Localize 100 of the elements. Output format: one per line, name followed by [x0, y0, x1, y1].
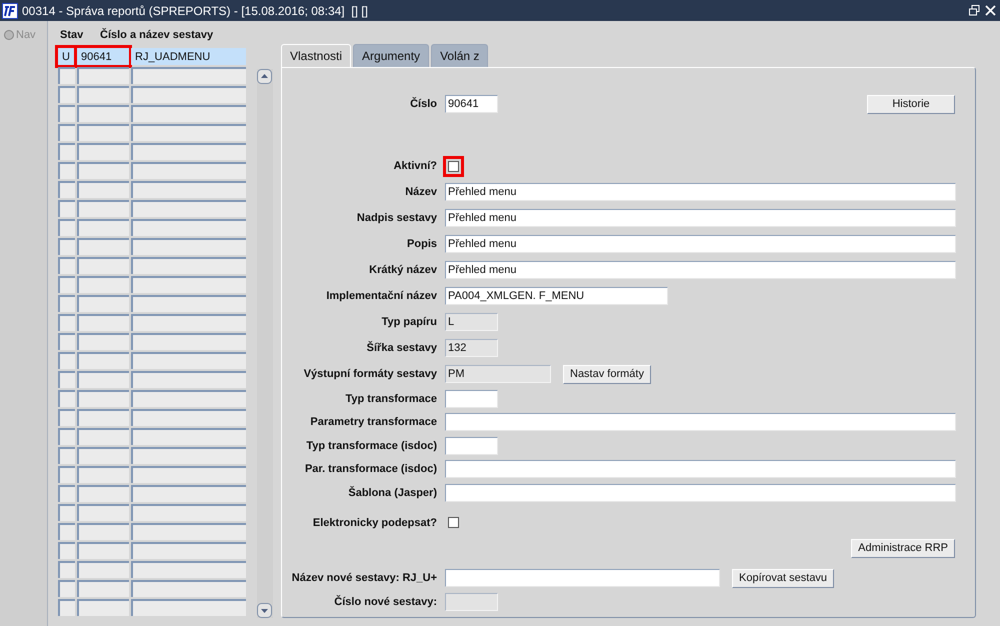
table-cell [58, 314, 75, 331]
field-label: Typ transformace [344, 392, 437, 405]
scroll-up-icon[interactable] [257, 69, 272, 84]
table-cell [77, 352, 129, 369]
input-field[interactable]: L [445, 313, 498, 331]
scrollbar[interactable] [257, 69, 273, 618]
table-cell [77, 485, 129, 502]
field-label: Název [404, 186, 437, 198]
table-cell [77, 143, 129, 160]
administration-button[interactable]: Administrace RRP [851, 538, 955, 558]
table-cell [77, 580, 129, 597]
input-field[interactable] [445, 390, 498, 408]
field-label: Název nové sestavy: RJ_U+ [290, 572, 437, 584]
table-cell [58, 257, 75, 274]
input-field[interactable]: 90641 [445, 95, 498, 113]
table-cell [77, 523, 129, 540]
field-label: Typ papíru [380, 316, 437, 328]
table-cell [77, 238, 129, 255]
table-cell [58, 86, 75, 103]
input-field[interactable]: PM [445, 365, 551, 383]
input-field[interactable] [445, 413, 956, 432]
table-cell [77, 504, 129, 521]
tab[interactable]: Vlastnosti [281, 44, 352, 67]
input-field[interactable]: Přehled menu [445, 209, 956, 227]
column-header: Stav [60, 29, 84, 43]
report-number-cell[interactable]: 90641 [77, 48, 129, 65]
table-cell [77, 276, 129, 293]
table-cell [58, 428, 75, 445]
table-cell [58, 143, 75, 160]
input-field[interactable] [445, 484, 956, 502]
checkbox[interactable] [448, 160, 459, 172]
report-name-cell[interactable]: RJ_UADMENU [131, 48, 246, 65]
table-cell [77, 67, 129, 84]
input-field[interactable]: PA004_XMLGEN. F_MENU [445, 287, 668, 305]
field-label: Šířka sestavy [366, 342, 437, 354]
input-field[interactable]: Přehled menu [445, 183, 956, 201]
app-logo-icon [2, 2, 18, 18]
table-cell [58, 466, 75, 483]
input-field[interactable] [445, 436, 498, 455]
input-field[interactable]: Přehled menu [445, 235, 956, 253]
table-cell [58, 409, 75, 426]
input-field[interactable]: 132 [445, 339, 498, 357]
field-label: Elektronicky podepsat? [312, 516, 437, 528]
table-cell [58, 447, 75, 464]
input-field[interactable] [445, 592, 498, 611]
field-label: Nadpis sestavy [356, 212, 437, 224]
form-button[interactable]: Historie [867, 94, 955, 114]
column-header: Číslo a název sestavy [100, 29, 214, 43]
checkbox[interactable] [448, 517, 459, 528]
field-label: Aktivní? [392, 160, 437, 172]
table-cell [77, 333, 129, 350]
field-label: Krátký název [368, 264, 437, 276]
form-button[interactable]: Nastav formáty [563, 364, 651, 384]
table-cell [58, 124, 75, 141]
field-label: Číslo [409, 98, 437, 110]
close-icon[interactable] [985, 5, 996, 16]
table-cell [58, 276, 75, 293]
table-cell [58, 485, 75, 502]
field-label: Šablona (Jasper) [347, 486, 437, 499]
table-cell [77, 200, 129, 217]
table-cell [58, 580, 75, 597]
table-cell [77, 390, 129, 407]
table-cell [77, 542, 129, 559]
table-cell [58, 599, 75, 616]
table-cell [58, 333, 75, 350]
table-cell [77, 219, 129, 236]
table-cell [77, 428, 129, 445]
input-field[interactable]: Přehled menu [445, 261, 956, 279]
table-cell [77, 181, 129, 198]
table-cell [58, 105, 75, 122]
input-field[interactable] [445, 460, 956, 478]
form-button[interactable]: Kopírovat sestavu [732, 568, 834, 588]
table-cell [58, 371, 75, 388]
field-label: Par. transformace (isdoc) [304, 463, 437, 476]
status-cell[interactable]: U [58, 48, 75, 65]
table-cell [58, 504, 75, 521]
restore-icon[interactable] [969, 5, 980, 16]
tab[interactable]: Volán z [431, 44, 488, 67]
table-cell [77, 295, 129, 312]
table-cell [77, 409, 129, 426]
table-cell [58, 181, 75, 198]
field-label: Číslo nové sestavy: [333, 596, 437, 608]
table-cell [77, 561, 129, 578]
tab[interactable]: Argumenty [353, 44, 430, 67]
table-cell [58, 390, 75, 407]
table-cell [58, 67, 75, 84]
field-label: Výstupní formáty sestavy [302, 368, 437, 380]
table-cell [77, 314, 129, 331]
field-label: Popis [406, 238, 437, 250]
table-cell [77, 124, 129, 141]
table-cell [77, 257, 129, 274]
scroll-down-icon[interactable] [257, 603, 272, 618]
input-field[interactable] [445, 569, 720, 587]
field-label: Implementační název [325, 290, 437, 302]
table-cell [77, 105, 129, 122]
table-cell [58, 295, 75, 312]
table-cell [77, 371, 129, 388]
table-cell [58, 162, 75, 179]
table-cell [58, 542, 75, 559]
field-label: Typ transformace (isdoc) [305, 440, 437, 452]
